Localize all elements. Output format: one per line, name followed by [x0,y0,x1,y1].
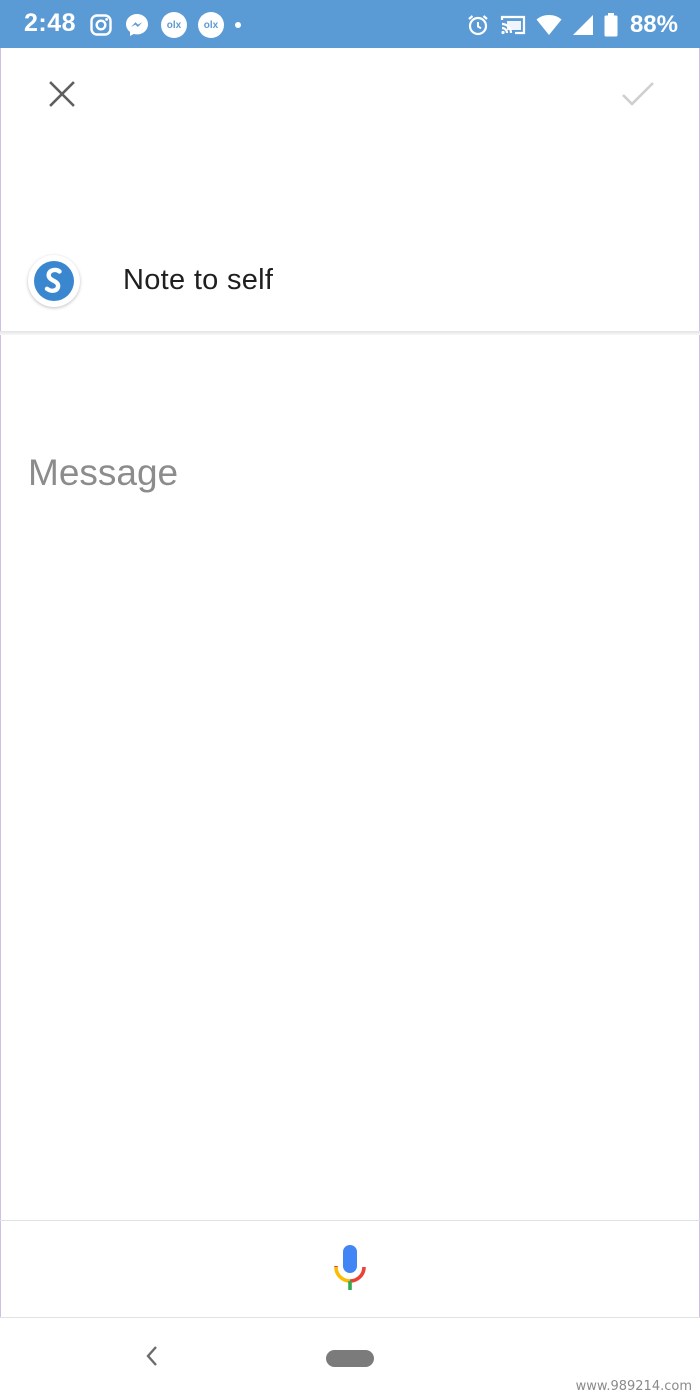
messenger-icon [124,12,150,38]
olx-icon: olx [198,12,224,38]
notification-icons: olx olx [89,9,241,41]
divider [0,331,700,335]
close-button[interactable] [38,72,86,120]
google-mic-icon [332,1243,368,1298]
signal-icon [572,14,594,36]
status-time: 2:48 [24,9,77,37]
nav-home-pill[interactable] [326,1350,374,1367]
battery-icon [604,13,618,37]
system-icons: 88% [466,8,678,42]
system-nav-bar: www.989214.com [0,1317,700,1400]
recipient-row[interactable]: Note to self [0,232,700,332]
wifi-icon [536,14,562,36]
watermark: www.989214.com [575,1379,692,1394]
instagram-icon [89,13,113,37]
recipient-name: Note to self [123,264,274,296]
cast-icon [500,14,526,36]
send-check-button[interactable] [614,72,662,120]
simple-note-logo-icon [28,255,80,307]
check-icon [621,80,655,113]
status-bar: 2:48 olx olx 88% [0,0,700,48]
voice-input-button[interactable] [326,1243,374,1297]
screen-frame [0,0,700,1399]
notification-dot-icon [235,22,241,28]
nav-back-icon [145,1345,159,1372]
alarm-icon [466,13,490,37]
nav-back-button[interactable] [136,1340,168,1376]
close-icon [48,80,76,113]
olx-icon: olx [161,12,187,38]
voice-input-bar [0,1220,700,1318]
battery-percent: 88% [629,11,678,38]
message-input[interactable] [28,445,668,501]
